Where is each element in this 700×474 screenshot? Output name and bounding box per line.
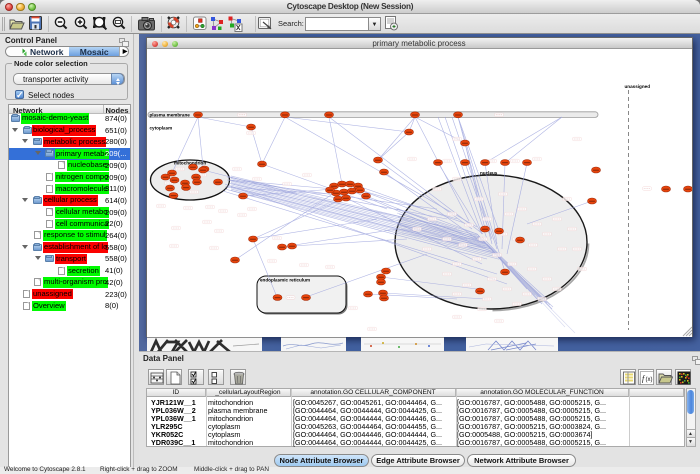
svg-text:nucleus: nucleus — [480, 171, 498, 176]
svg-text:cytoplasm: cytoplasm — [149, 126, 172, 131]
svg-text:plasma membrane: plasma membrane — [149, 112, 190, 117]
svg-text:(x): (x) — [646, 377, 653, 383]
svg-text:endoplasmic reticulum: endoplasmic reticulum — [260, 278, 310, 283]
svg-text:unassigned: unassigned — [624, 84, 650, 89]
